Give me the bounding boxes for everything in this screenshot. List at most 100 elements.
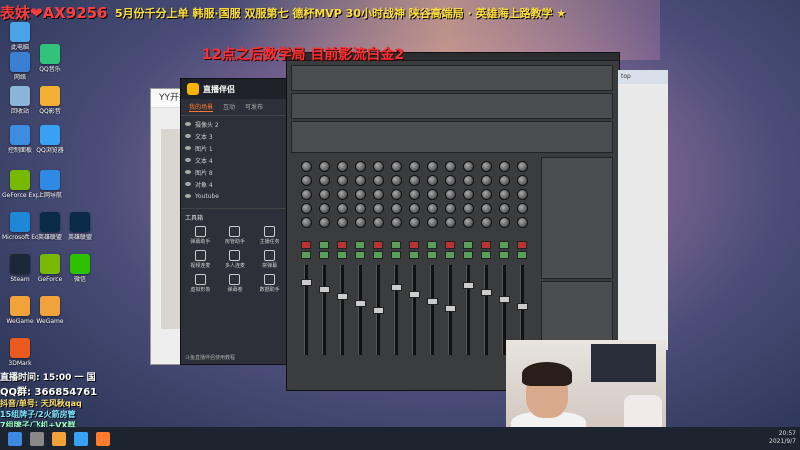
fader-track[interactable] [322,265,326,355]
desktop-icon-wechat[interactable]: 微信 [62,254,98,288]
desktop-icon-3dmark[interactable]: 3DMark [2,338,38,372]
mixer-knob[interactable] [337,189,348,200]
mixer-knob[interactable] [427,161,438,172]
mixer-button[interactable] [373,251,383,259]
mixer-button[interactable] [409,251,419,259]
mixer-knob[interactable] [337,217,348,228]
mixer-button[interactable] [499,241,509,249]
mixer-knob[interactable] [517,203,528,214]
tool-pin-danmu[interactable]: 拼弹幕 [252,248,287,270]
source-item[interactable]: 图片 8 [185,166,285,178]
mixer-knob[interactable] [355,189,366,200]
mixer-knob[interactable] [427,175,438,186]
tool-video-link[interactable]: 视频连麦 [183,248,218,270]
mixer-knob[interactable] [517,161,528,172]
side-panel-window[interactable]: top [618,70,668,350]
mixer-knob[interactable] [445,203,456,214]
zhibo-app-window[interactable]: 直播伴侣 我的场景 互动 可发布 摄像头 2 文本 3 图片 1 文本 4 图片… [180,78,290,365]
eye-icon[interactable] [185,194,191,198]
fader-track[interactable] [412,265,416,355]
tab-interact[interactable]: 互动 [223,102,235,112]
mixer-knob[interactable] [481,203,492,214]
mixer-knob[interactable] [463,175,474,186]
fader-track[interactable] [466,265,470,355]
mixer-button[interactable] [355,241,365,249]
mixer-button[interactable] [517,251,527,259]
mixer-knob[interactable] [481,161,492,172]
tab-scenes[interactable]: 我的场景 [189,102,214,112]
mixer-button[interactable] [319,251,329,259]
fader-track[interactable] [340,265,344,355]
mixer-knob[interactable] [481,175,492,186]
source-item[interactable]: 文本 4 [185,154,285,166]
mixer-top-panel[interactable] [291,65,613,91]
source-item[interactable]: 对象 4 [185,178,285,190]
mixer-button[interactable] [301,241,311,249]
mixer-knob[interactable] [337,175,348,186]
fader-track[interactable] [358,265,362,355]
mixer-knob[interactable] [445,161,456,172]
mixer-knob[interactable] [391,217,402,228]
zhibo-titlebar[interactable]: 直播伴侣 [181,79,289,99]
mixer-button[interactable] [427,251,437,259]
desktop-icon-qq-browser[interactable]: QQ浏览器 [32,125,68,159]
mixer-button[interactable] [337,241,347,249]
mixer-button[interactable] [427,241,437,249]
mixer-button[interactable] [517,241,527,249]
source-item[interactable]: Youtube [185,190,285,202]
fader-handle[interactable] [481,289,492,296]
mixer-fx-panel[interactable] [291,93,613,119]
mixer-knob[interactable] [517,217,528,228]
fader-handle[interactable] [319,286,330,293]
desktop-icon-qq-player[interactable]: QQ影音 [32,86,68,120]
mixer-knob[interactable] [337,203,348,214]
mixer-knob[interactable] [373,217,384,228]
mixer-knob[interactable] [481,217,492,228]
mixer-knob[interactable] [355,175,366,186]
mixer-knob[interactable] [319,175,330,186]
mixer-knob[interactable] [319,189,330,200]
mixer-knob[interactable] [319,203,330,214]
zhibo-taskbar-icon[interactable] [96,431,110,446]
fader-track[interactable] [430,265,434,355]
desktop-icon-league-2[interactable]: 英雄联盟 [62,212,98,246]
explorer-icon[interactable] [52,431,66,446]
mixer-knob[interactable] [373,203,384,214]
mixer-button[interactable] [373,241,383,249]
mixer-knob[interactable] [301,161,312,172]
mixer-knob[interactable] [301,175,312,186]
mixer-knob[interactable] [499,203,510,214]
mixer-knob[interactable] [481,189,492,200]
mixer-knob[interactable] [499,217,510,228]
fader-handle[interactable] [499,296,510,303]
fader-handle[interactable] [445,305,456,312]
mixer-button[interactable] [499,251,509,259]
mixer-knob[interactable] [517,175,528,186]
mixer-knob[interactable] [445,217,456,228]
mixer-knob[interactable] [319,217,330,228]
mixer-knob[interactable] [409,217,420,228]
mixer-knob[interactable] [391,189,402,200]
eye-icon[interactable] [185,182,191,186]
mixer-knob[interactable] [337,161,348,172]
mixer-knob[interactable] [355,161,366,172]
eye-icon[interactable] [185,170,191,174]
mixer-button[interactable] [481,251,491,259]
tab-publish[interactable]: 可发布 [245,102,263,112]
tool-multi-link[interactable]: 多人连麦 [218,248,253,270]
mixer-knob[interactable] [373,161,384,172]
tool-task[interactable]: 主播任务 [252,224,287,246]
source-item[interactable]: 图片 1 [185,142,285,154]
fader-track[interactable] [484,265,488,355]
mixer-button[interactable] [391,241,401,249]
mixer-knob[interactable] [301,217,312,228]
source-item[interactable]: 摄像头 2 [185,118,285,130]
tool-danmu-card[interactable]: 弹幕卷 [218,272,253,294]
mixer-knob[interactable] [391,175,402,186]
mixer-button[interactable] [355,251,365,259]
tool-avatar[interactable]: 虚拟形象 [183,272,218,294]
mixer-knob[interactable] [499,161,510,172]
mixer-knob[interactable] [409,189,420,200]
mixer-knob[interactable] [463,189,474,200]
mixer-knob[interactable] [409,161,420,172]
